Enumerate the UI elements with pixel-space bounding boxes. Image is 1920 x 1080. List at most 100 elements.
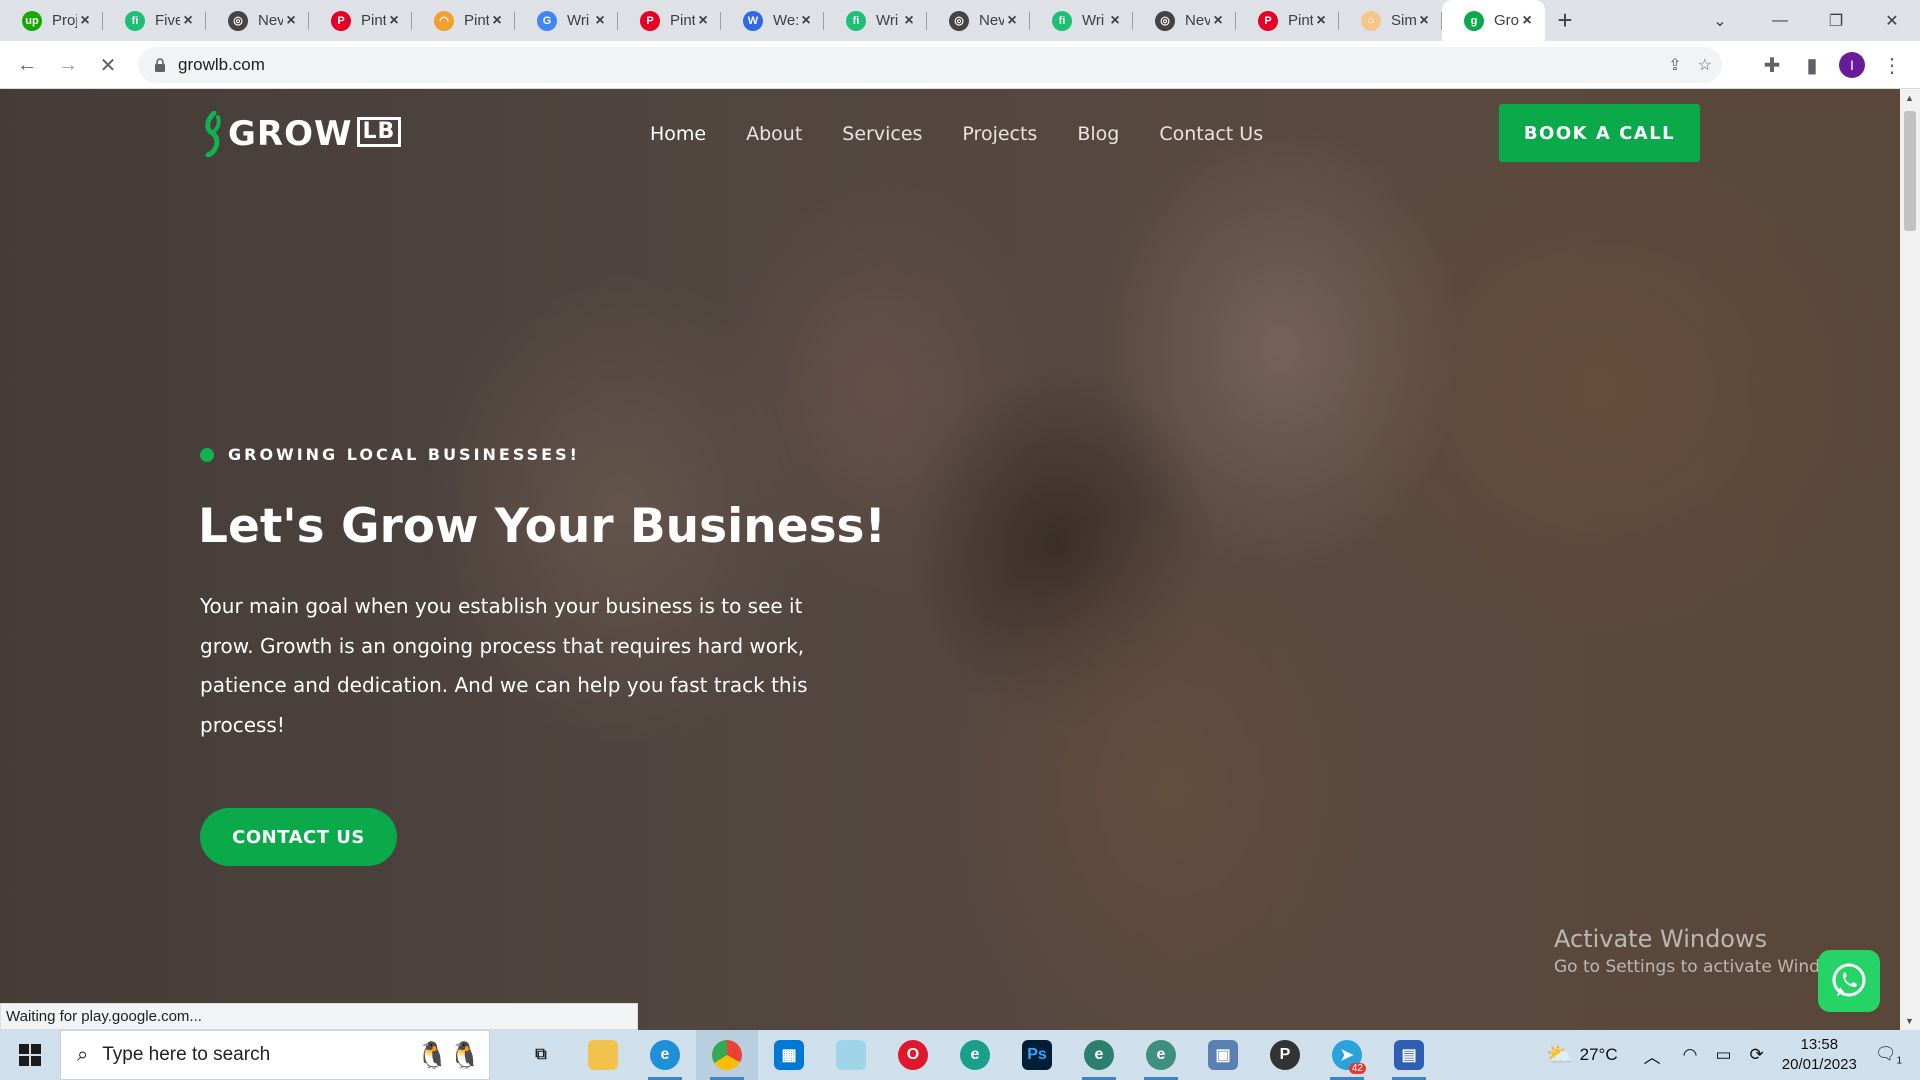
- clock[interactable]: 13:58 20/01/2023: [1782, 1035, 1857, 1075]
- forward-arrow-icon[interactable]: →: [52, 49, 84, 81]
- tagline-text: GROWING LOCAL BUSINESSES!: [228, 445, 580, 464]
- restore-icon[interactable]: ❐: [1808, 0, 1864, 41]
- browser-tab[interactable]: P Pint ×: [309, 0, 412, 41]
- search-icon: ⌕: [77, 1043, 89, 1066]
- tab-strip: up Proj × fi Five × ◎ Nev × P Pint × ◠ Pint × G Wri × P Pin…: [0, 0, 1920, 41]
- whatsapp-icon: [1832, 963, 1866, 997]
- browser-tab[interactable]: up Proj ×: [0, 0, 103, 41]
- extensions-puzzle-icon[interactable]: ✚: [1756, 49, 1788, 81]
- nav-contact-us[interactable]: Contact Us: [1159, 123, 1263, 145]
- site-logo[interactable]: GROW LB: [200, 111, 402, 157]
- tab-close-icon[interactable]: ×: [77, 12, 93, 29]
- browser-tab[interactable]: fi Wri ×: [1030, 0, 1133, 41]
- notepad-icon[interactable]: [820, 1030, 882, 1080]
- profile-avatar[interactable]: I: [1836, 49, 1868, 81]
- bookmark-star-icon[interactable]: ☆: [1698, 55, 1712, 75]
- tab-close-icon[interactable]: ×: [592, 12, 608, 29]
- start-button[interactable]: [0, 1030, 60, 1080]
- minimize-icon[interactable]: —: [1752, 0, 1808, 41]
- tab-close-icon[interactable]: ×: [1519, 12, 1535, 29]
- new-tab-button[interactable]: +: [1545, 0, 1585, 41]
- browser-tab[interactable]: W We: ×: [721, 0, 824, 41]
- tab-title: Pint: [464, 12, 489, 29]
- tab-close-icon[interactable]: ×: [1107, 12, 1123, 29]
- browser-tab[interactable]: fi Wri ×: [824, 0, 927, 41]
- pinterest-icon: P: [640, 10, 660, 31]
- nav-projects[interactable]: Projects: [962, 123, 1037, 145]
- main-nav: Home About Services Projects Blog Contac…: [650, 123, 1263, 145]
- nav-services[interactable]: Services: [842, 123, 922, 145]
- scroll-up-icon[interactable]: ▲: [1905, 93, 1914, 103]
- tab-close-icon[interactable]: ×: [1313, 12, 1329, 29]
- tab-close-icon[interactable]: ×: [695, 12, 711, 29]
- tab-title: Pint: [361, 12, 386, 29]
- contacts-app-icon[interactable]: ▣: [1192, 1030, 1254, 1080]
- weather-temp[interactable]: 27°C: [1580, 1045, 1618, 1065]
- taskbar-search[interactable]: ⌕ Type here to search 🐧🐧: [60, 1030, 490, 1080]
- nav-about[interactable]: About: [746, 123, 802, 145]
- page-scrollbar[interactable]: ▲ ▼: [1900, 89, 1920, 1030]
- notifications-icon[interactable]: 🗨1: [1875, 1044, 1902, 1066]
- browser-tab[interactable]: ◠ Pint ×: [412, 0, 515, 41]
- microsoft-store-icon[interactable]: ▦: [758, 1030, 820, 1080]
- share-icon[interactable]: ⇪: [1668, 55, 1681, 75]
- telegram-icon[interactable]: ➤ 42: [1316, 1030, 1378, 1080]
- browser-tab[interactable]: G Wri ×: [515, 0, 618, 41]
- browser-tab[interactable]: ◎ Nev ×: [1133, 0, 1236, 41]
- kebab-menu-icon[interactable]: ⋮: [1876, 49, 1908, 81]
- address-bar[interactable]: growlb.com ⇪ ☆: [138, 47, 1722, 83]
- opera-icon[interactable]: O: [882, 1030, 944, 1080]
- activate-windows-watermark: Activate Windows Go to Settings to activ…: [1554, 925, 1859, 977]
- tab-title: Nev: [979, 12, 1004, 29]
- weather-cloud-icon[interactable]: ⛅: [1546, 1042, 1573, 1068]
- whatsapp-chat-button[interactable]: [1818, 950, 1880, 1012]
- edge-canary-icon[interactable]: e: [1130, 1030, 1192, 1080]
- file-explorer-icon[interactable]: [572, 1030, 634, 1080]
- browser-tab[interactable]: ◎ Nev ×: [206, 0, 309, 41]
- pandora-icon[interactable]: P: [1254, 1030, 1316, 1080]
- browser-tab[interactable]: g Gro ×: [1442, 0, 1545, 41]
- remote-desktop-icon[interactable]: ▤: [1378, 1030, 1440, 1080]
- edge-icon[interactable]: e: [634, 1030, 696, 1080]
- stop-loading-icon[interactable]: ✕: [92, 49, 124, 81]
- tab-close-icon[interactable]: ×: [489, 12, 505, 29]
- date-text: 20/01/2023: [1781, 1056, 1857, 1073]
- book-a-call-button[interactable]: BOOK A CALL: [1499, 104, 1700, 162]
- nav-home[interactable]: Home: [650, 123, 706, 145]
- scroll-down-icon[interactable]: ▼: [1905, 1016, 1914, 1026]
- photoshop-icon[interactable]: Ps: [1006, 1030, 1068, 1080]
- tab-close-icon[interactable]: ×: [798, 12, 814, 29]
- tab-close-icon[interactable]: ×: [283, 12, 299, 29]
- browser-tab[interactable]: P Pint ×: [1236, 0, 1339, 41]
- back-arrow-icon[interactable]: ←: [11, 49, 43, 81]
- telegram-badge: 42: [1348, 1063, 1366, 1074]
- tab-close-icon[interactable]: ×: [386, 12, 402, 29]
- browser-tab[interactable]: fi Five ×: [103, 0, 206, 41]
- browser-tab[interactable]: P Pint ×: [618, 0, 721, 41]
- nav-blog[interactable]: Blog: [1077, 123, 1119, 145]
- sync-icon[interactable]: ⟳: [1750, 1045, 1764, 1065]
- browser-tab[interactable]: ◎ Nev ×: [927, 0, 1030, 41]
- tab-close-icon[interactable]: ×: [1416, 12, 1432, 29]
- contact-us-button[interactable]: CONTACT US: [200, 808, 397, 866]
- tab-title: Nev: [1185, 12, 1210, 29]
- status-bubble: Waiting for play.google.com...: [0, 1003, 638, 1030]
- tab-close-icon[interactable]: ×: [180, 12, 196, 29]
- chrome-icon[interactable]: [696, 1030, 758, 1080]
- edge-beta-icon[interactable]: e: [944, 1030, 1006, 1080]
- show-hidden-icons-chevron-icon[interactable]: ︿: [1644, 1043, 1661, 1068]
- growlb-icon: g: [1464, 10, 1484, 31]
- tab-close-icon[interactable]: ×: [1004, 12, 1020, 29]
- close-icon[interactable]: ✕: [1864, 0, 1920, 41]
- side-panel-icon[interactable]: ▮: [1796, 49, 1828, 81]
- edge-dev-icon[interactable]: e: [1068, 1030, 1130, 1080]
- wifi-icon[interactable]: ◠: [1683, 1045, 1698, 1065]
- battery-icon[interactable]: ▭: [1715, 1045, 1731, 1065]
- task-view-icon[interactable]: ⧉: [510, 1030, 572, 1080]
- browser-tab[interactable]: ○ Sim ×: [1339, 0, 1442, 41]
- tab-close-icon[interactable]: ×: [1210, 12, 1226, 29]
- scroll-thumb[interactable]: [1904, 111, 1916, 231]
- tab-title: We:: [773, 12, 798, 29]
- tab-search-chevron-icon[interactable]: ⌄: [1700, 0, 1740, 41]
- tab-close-icon[interactable]: ×: [901, 12, 917, 29]
